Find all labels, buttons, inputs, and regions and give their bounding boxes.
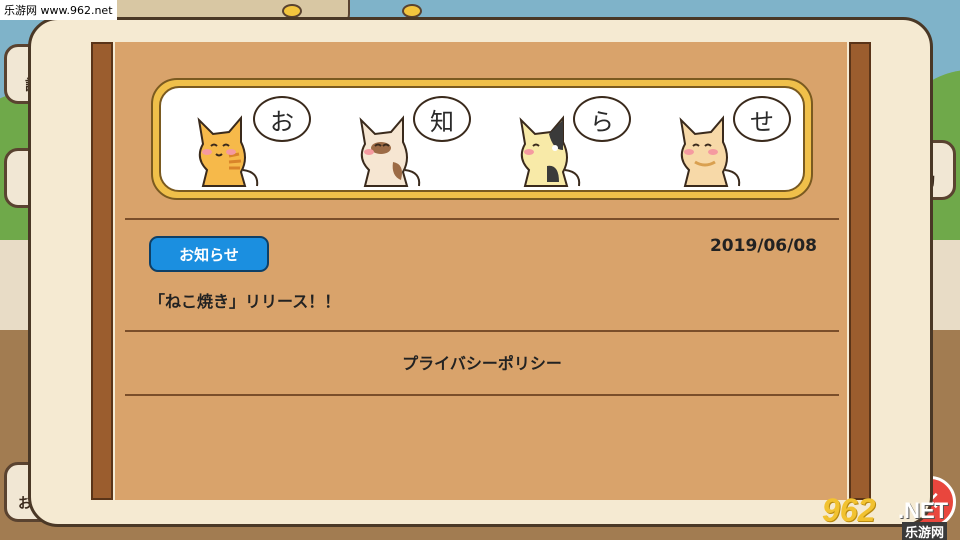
notice-banner: お 知 ら せ bbox=[151, 78, 813, 200]
wood-pillar-right bbox=[849, 42, 871, 500]
watermark-number: 962 bbox=[822, 492, 876, 528]
news-date: 2019/06/08 bbox=[709, 236, 817, 256]
divider bbox=[125, 394, 839, 396]
banner-inner: お 知 ら せ bbox=[159, 86, 805, 192]
coin-icon bbox=[282, 4, 302, 18]
bubble-char: せ bbox=[733, 96, 791, 142]
wood-pillar-left bbox=[91, 42, 113, 500]
bubble-char: 知 bbox=[413, 96, 471, 142]
bubble-char: ら bbox=[573, 96, 631, 142]
coin-icon bbox=[402, 4, 422, 18]
watermark-suffix: .NET bbox=[898, 498, 949, 523]
watermark-top-left: 乐游网 www.962.net bbox=[0, 0, 117, 20]
watermark-cn: 乐游网 bbox=[902, 522, 948, 540]
divider bbox=[125, 330, 839, 332]
notice-board: お 知 ら せ お知らせ 2019/06/08 「ねこ焼き」リリース！！ プライ… bbox=[115, 42, 847, 500]
privacy-policy-link[interactable]: プライバシーポリシー bbox=[125, 350, 839, 374]
watermark-logo: 962 .NET 乐游网 bbox=[822, 492, 954, 540]
news-badge: お知らせ bbox=[149, 236, 269, 272]
divider bbox=[125, 218, 839, 220]
news-dialog: お 知 ら せ お知らせ 2019/06/08 「ねこ焼き」リリース！！ プライ… bbox=[28, 17, 933, 527]
bubble-char: お bbox=[253, 96, 311, 142]
news-title[interactable]: 「ねこ焼き」リリース！！ bbox=[149, 288, 340, 312]
